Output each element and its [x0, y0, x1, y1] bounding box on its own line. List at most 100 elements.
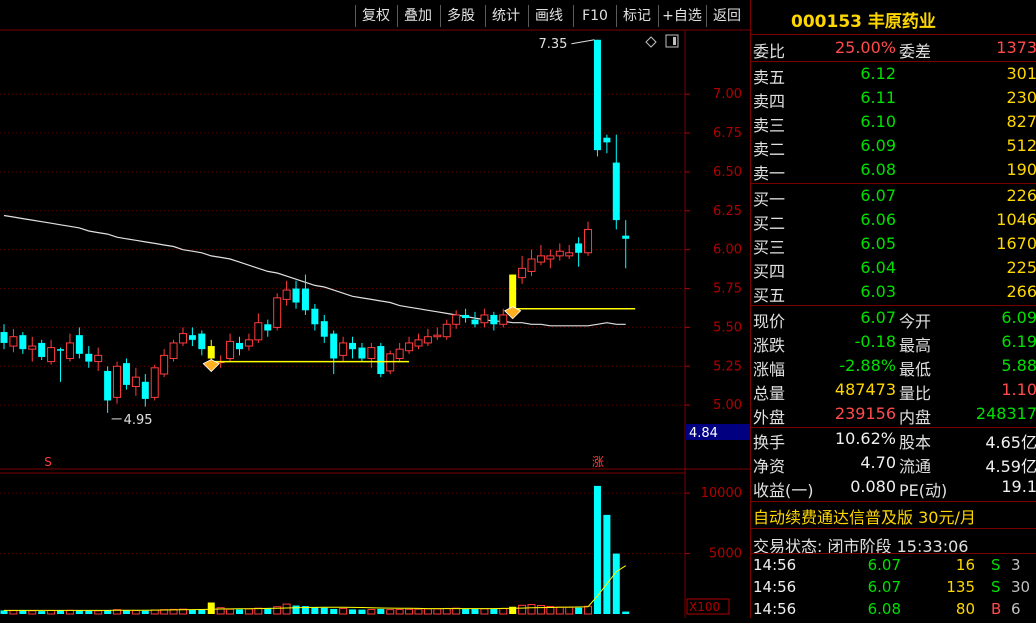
volume-bar-down [471, 608, 479, 614]
volume-bar-up [131, 609, 140, 615]
fundamental-value: 4.65亿 [985, 433, 1036, 452]
tick-row: 14:56 6.08 80 B 6 [751, 599, 1036, 623]
ask-level-price: 6.08 [860, 160, 896, 179]
volume-bar-up [28, 610, 37, 615]
volume-bar-up [339, 607, 348, 615]
candle-body-down [612, 162, 620, 221]
volume-bar-up [584, 605, 593, 615]
ask-level-price: 6.09 [860, 136, 896, 155]
kline-chart[interactable]: 7.35 4.95 S 涨 7.00 6.75 6.50 6.25 6.00 5.75 5.50 5… [0, 0, 750, 618]
marker-s: S [44, 455, 52, 469]
candle-body-up [244, 339, 253, 347]
bid-level-row[interactable]: 买五 6.03 266 [751, 281, 1036, 305]
candle-body-down [292, 288, 300, 303]
price-tick-label: 6.00 [713, 243, 742, 258]
candle-body-up [150, 367, 159, 398]
bid-level-label: 买五 [753, 286, 786, 305]
volume-bar-up [536, 605, 545, 615]
stat-row: 外盘 239156 内盘 248317 [751, 403, 1036, 427]
candle-body-up [480, 314, 489, 324]
volume-bar-down [377, 608, 385, 614]
candle-body-up [452, 314, 461, 325]
candle-body-down [0, 332, 8, 343]
panel-divider [751, 183, 1036, 184]
volume-bar-down [292, 605, 300, 614]
volume-bar-up [226, 608, 235, 615]
ask-level-row[interactable]: 卖三 6.10 827 [751, 111, 1036, 135]
ask-level-volume: 190 [1006, 160, 1036, 179]
tick-price: 6.08 [867, 600, 901, 618]
weibi-value: 25.00% [834, 38, 896, 57]
fundamental-row: 收益(一) 0.080 PE(动) 19.1 [751, 476, 1036, 500]
candle-body-up [169, 342, 178, 359]
candle-body-down [575, 243, 583, 253]
stat-row: 涨跌 -0.18 最高 6.19 [751, 331, 1036, 355]
stat-label: 总量 [753, 384, 786, 403]
tick-price: 6.07 [867, 556, 901, 574]
candle-body-up [442, 323, 451, 338]
bid-level-volume: 225 [1006, 258, 1036, 277]
candle-body-up [339, 342, 348, 356]
bid-level-row[interactable]: 买四 6.04 225 [751, 257, 1036, 281]
volume-bar-up [282, 603, 291, 615]
candle-body-up [113, 365, 122, 398]
stock-name: 丰原药业 [867, 12, 936, 32]
volume-bar-up [94, 610, 103, 615]
stat-label: 涨跌 [753, 336, 786, 355]
bid-level-row[interactable]: 买三 6.05 1670 [751, 233, 1036, 257]
candle-body-down [593, 39, 601, 151]
stat-label: 今开 [899, 312, 932, 331]
bid-level-price: 6.05 [860, 234, 896, 253]
candle-body-highlight [509, 274, 517, 309]
bid-level-row[interactable]: 买二 6.06 1046 [751, 209, 1036, 233]
volume-bar-down [603, 514, 611, 614]
bid-level-row[interactable]: 买一 6.07 226 [751, 185, 1036, 209]
fundamental-row: 净资 4.70 流通 4.59亿 [751, 452, 1036, 476]
candle-body-down [377, 346, 385, 375]
ask-level-volume: 512 [1006, 136, 1036, 155]
volume-bar-down [141, 610, 149, 614]
price-tick-label: 5.00 [713, 398, 742, 413]
annotation-layer: 7.35 4.95 S 涨 [44, 34, 679, 469]
volume-bar-down [622, 611, 630, 614]
candle-body-down [264, 324, 272, 331]
volume-bar-up [499, 608, 508, 615]
volume-tick-label: 5000 [709, 547, 742, 562]
fundamental-label: 净资 [753, 457, 786, 476]
fundamental-row: 换手 10.62% 股本 4.65亿 [751, 428, 1036, 452]
panel-divider [751, 528, 1036, 529]
candle-body-up [536, 255, 545, 263]
volume-bar-down [330, 608, 338, 614]
tick-row: 14:56 6.07 16 S 3 [751, 555, 1036, 579]
volume-bar-down [264, 608, 272, 614]
ask-level-row[interactable]: 卖二 6.09 512 [751, 135, 1036, 159]
candle-body-down [57, 349, 65, 351]
candle-body-down [19, 335, 27, 350]
candle-body-up [423, 336, 432, 344]
marker-zhang: 涨 [592, 454, 604, 469]
volume-bar-down [0, 610, 8, 614]
candle-body-up [565, 252, 574, 257]
volume-bar-up [442, 607, 451, 615]
tick-time: 14:56 [753, 600, 797, 618]
price-tick-label: 5.75 [713, 282, 742, 297]
candle-layer [0, 39, 630, 413]
ask-level-row[interactable]: 卖四 6.11 230 [751, 87, 1036, 111]
candle-body-down [85, 353, 93, 362]
price-tick-label: 6.50 [713, 165, 742, 180]
fundamental-value: 4.59亿 [985, 457, 1036, 476]
stat-row: 现价 6.07 今开 6.09 [751, 307, 1036, 331]
ask-level-row[interactable]: 卖一 6.08 190 [751, 159, 1036, 183]
ask-level-row[interactable]: 卖五 6.12 301 [751, 63, 1036, 87]
candle-body-down [38, 342, 46, 357]
stock-code-name[interactable]: 000153 丰原药业 [791, 7, 936, 32]
bid-level-price: 6.07 [860, 186, 896, 205]
panel-divider [751, 501, 1036, 502]
volume-bar-up [480, 608, 489, 615]
volume-bar-up [423, 608, 432, 615]
candle-body-down [141, 381, 149, 399]
bid-level-price: 6.03 [860, 282, 896, 301]
renewal-banner[interactable]: 自动续费通达信普及版 30元/月 [753, 504, 976, 528]
tick-count: 30 [1011, 578, 1031, 596]
candle-body-up [28, 345, 37, 350]
